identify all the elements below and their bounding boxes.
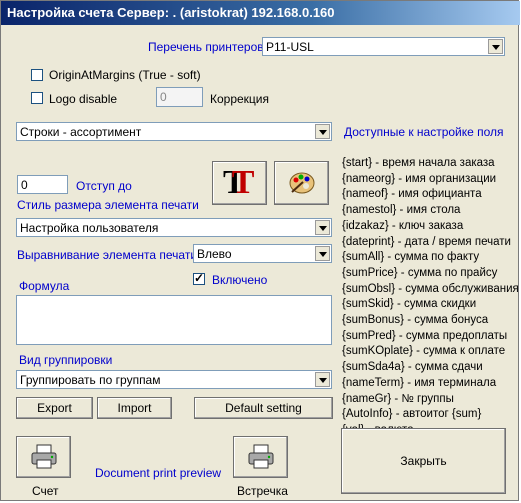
field-list-item: {sumPrice} - сумма по прайсу [342, 266, 498, 279]
origin-margins-checkbox[interactable] [31, 69, 43, 81]
grouping-select[interactable]: Группировать по группам [16, 370, 332, 389]
font-icon: TT [223, 164, 255, 201]
grouping-selected-value: Группировать по группам [20, 373, 161, 387]
field-list-item: {sumSkid} - сумма скидки [342, 298, 477, 311]
field-list-item: {sumKOplate} - сумма к оплате [342, 345, 506, 358]
alignment-selected-value: Влево [197, 247, 232, 261]
meeting-preview-button[interactable] [233, 436, 288, 478]
palette-icon [289, 172, 315, 194]
chevron-down-icon[interactable] [315, 124, 330, 139]
default-setting-button[interactable]: Default setting [194, 397, 333, 419]
field-list-item: {idzakaz} - ключ заказа [342, 219, 464, 232]
meeting-preview-label: Встречка [237, 484, 288, 498]
field-list-item: {sumSda4a} - сумма сдачи [342, 361, 483, 374]
grouping-label: Вид группировки [19, 353, 113, 367]
close-button[interactable]: Закрыть [341, 428, 506, 494]
field-list-item: {sumAll} - сумма по факту [342, 251, 480, 264]
correction-value: 0 [160, 90, 167, 104]
formula-label: Формула [19, 279, 70, 293]
correction-input[interactable]: 0 [156, 87, 203, 107]
chevron-down-icon[interactable] [488, 39, 503, 54]
field-list-item: {nameGr} - № группы [342, 392, 454, 405]
available-fields-label: Доступные к настройке поля [344, 125, 504, 139]
field-list-item: {nameTerm} - имя терминала [342, 376, 497, 389]
field-list-item: {namestol} - имя стола [342, 204, 461, 217]
section-selected-value: Строки - ассортимент [20, 125, 142, 139]
chevron-down-icon[interactable] [315, 372, 330, 387]
enabled-checkbox[interactable] [193, 271, 205, 285]
window-title: Настройка счета Сервер: . (aristokrat) 1… [1, 1, 520, 25]
logo-disable-checkbox[interactable] [31, 92, 43, 104]
origin-margins-label: OriginAtMargins (True - soft) [49, 68, 201, 82]
alignment-select[interactable]: Влево [193, 244, 332, 263]
settings-window: Настройка счета Сервер: . (aristokrat) 1… [0, 0, 520, 501]
field-list-item: {sumObsl} - сумма обслуживания [342, 282, 519, 295]
indent-value: 0 [21, 178, 28, 192]
printer-icon [248, 444, 274, 469]
correction-label: Коррекция [210, 92, 270, 106]
font-style-label: Стиль размера элемента печати [17, 198, 199, 212]
field-list-item: {sumPred} - сумма предоплаты [342, 329, 508, 342]
chevron-down-icon[interactable] [315, 220, 330, 235]
chevron-down-icon[interactable] [315, 246, 330, 261]
font-style-select[interactable]: Настройка пользователя [16, 218, 332, 237]
logo-disable-label: Logo disable [49, 92, 118, 106]
font-style-selected-value: Настройка пользователя [20, 221, 159, 235]
available-fields-list: {start} - время начала заказа {nameorg} -… [342, 156, 519, 454]
field-list-item: {nameorg} - имя организации [342, 172, 497, 185]
section-select[interactable]: Строки - ассортимент [16, 122, 332, 141]
check-preview-label: Счет [32, 484, 59, 498]
indent-input[interactable]: 0 [17, 175, 68, 194]
color-button[interactable] [274, 161, 329, 205]
printer-icon [31, 444, 57, 469]
field-list-item: {dateprint} - дата / время печати [342, 235, 511, 248]
field-list-item: {AutoInfo} - автоитог {sum} [342, 408, 482, 421]
check-preview-button[interactable] [16, 436, 71, 478]
indent-label: Отступ до [76, 179, 132, 193]
enabled-label: Включено [212, 273, 268, 287]
printers-selected-value: P11-USL [266, 40, 314, 54]
font-button[interactable]: TT [212, 161, 267, 205]
formula-textarea[interactable] [16, 295, 332, 345]
alignment-label: Выравнивание элемента печати [17, 248, 198, 262]
import-button[interactable]: Import [97, 397, 172, 419]
field-list-item: {sumBonus} - сумма бонуса [342, 314, 489, 327]
export-button[interactable]: Export [16, 397, 93, 419]
field-list-item: {nameof} - имя официанта [342, 188, 482, 201]
printers-select[interactable]: P11-USL [262, 37, 505, 56]
print-preview-label: Document print preview [95, 466, 222, 480]
field-list-item: {start} - время начала заказа [342, 157, 495, 169]
printers-label: Перечень принтеров [148, 40, 264, 54]
